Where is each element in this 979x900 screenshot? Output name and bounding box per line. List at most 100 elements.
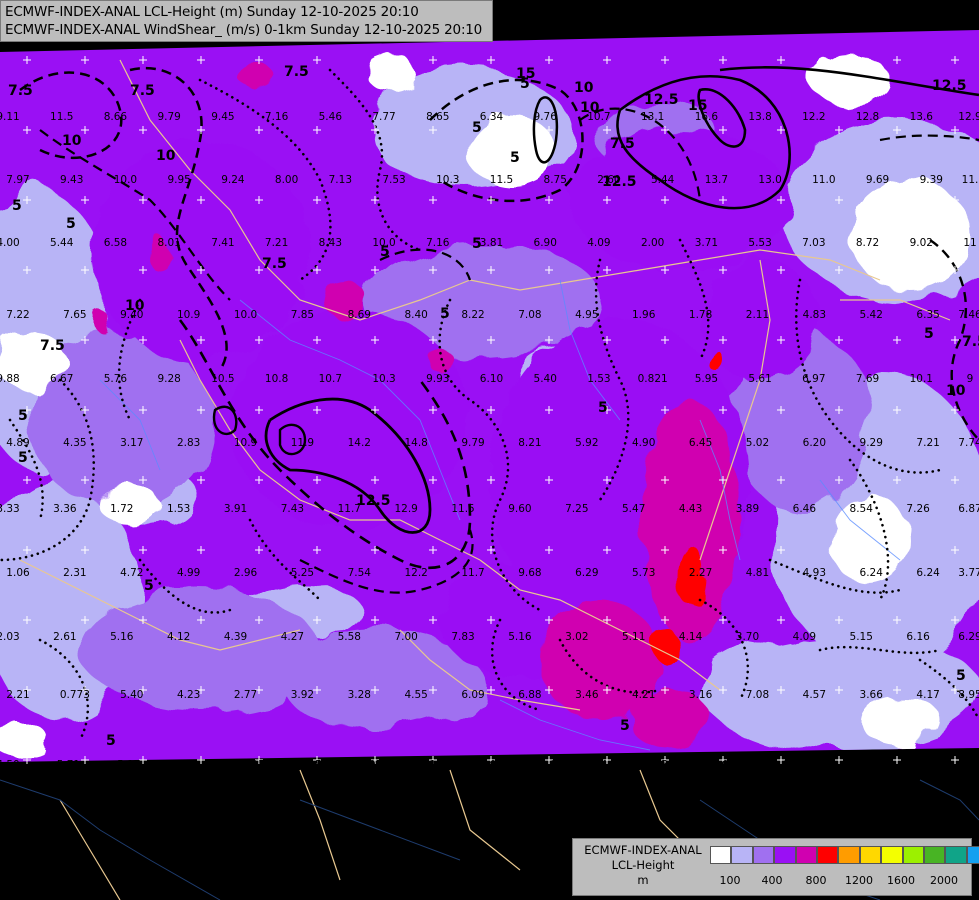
station-value: 4.09 [793, 631, 816, 643]
station-value: 1.53 [587, 373, 610, 385]
legend-tick-label: 1200 [845, 874, 873, 887]
station-value: 11. [962, 174, 979, 186]
legend-swatch [859, 846, 882, 864]
station-value: 5.44 [651, 174, 675, 186]
station-value: 9.68 [518, 567, 541, 579]
station-value: 6.29 [958, 631, 979, 643]
legend-tick-label: 400 [761, 874, 783, 887]
station-value: 7.16 [426, 237, 450, 249]
station-value: 12.2 [404, 567, 427, 579]
station-value: 3.46 [575, 689, 599, 701]
contour-label: 15 [688, 98, 707, 114]
station-value: 5.71 [57, 759, 80, 771]
contour-label: 5 [12, 198, 22, 214]
station-value: 6.45 [689, 437, 712, 449]
station-value: 4.95 [575, 309, 598, 321]
station-value: 7.08 [746, 689, 769, 701]
station-value: 2.31 [63, 567, 86, 579]
contour-label: 5 [620, 718, 630, 734]
contour-label: 5 [106, 733, 116, 749]
station-value: 4.09 [587, 237, 610, 249]
station-value: 7.77 [372, 111, 395, 123]
legend-swatch [881, 846, 903, 864]
station-value: 3.77 [958, 567, 979, 579]
station-value: 4.83 [803, 309, 826, 321]
station-value: 7.22 [6, 309, 29, 321]
station-value: 5.40 [534, 373, 557, 385]
station-value: 8.43 [319, 237, 342, 249]
station-value: 6.61 [722, 759, 745, 771]
contour-label: 7.5 [8, 83, 33, 99]
station-value: 1.95 [359, 759, 382, 771]
station-value: 9.79 [157, 111, 180, 123]
station-value: 10.3 [436, 174, 459, 186]
station-value: 11.9 [291, 437, 314, 449]
station-value: 7.41 [211, 237, 234, 249]
station-value: 1.25 [298, 759, 321, 771]
station-value: 5.40 [120, 689, 143, 701]
map-title-box: ECMWF-INDEX-ANAL LCL-Height (m) Sunday 1… [0, 0, 493, 42]
station-value: 4.81 [746, 567, 769, 579]
station-value: 1.78 [689, 309, 712, 321]
legend-tick-label: 100 [719, 874, 741, 887]
station-value: 5.53 [842, 759, 865, 771]
station-value: 5.17 [117, 759, 140, 771]
station-value: 5.15 [850, 631, 873, 643]
station-value: 3.92 [291, 689, 314, 701]
station-value: 9.76 [534, 111, 558, 123]
station-value: 13.0 [758, 174, 781, 186]
station-value: 13.8 [748, 111, 771, 123]
station-value: 7.03 [802, 237, 825, 249]
contour-label: 12.5 [932, 78, 967, 94]
legend: ECMWF-INDEX-ANAL LCL-Height m 100 400 800 1… [572, 838, 979, 896]
station-value: 11.5 [490, 174, 513, 186]
station-value: 6.97 [802, 373, 825, 385]
station-value: 6.20 [803, 437, 826, 449]
station-value: 2.11 [746, 309, 769, 321]
contour-label: 5 [956, 668, 966, 684]
station-value: 6.90 [534, 237, 557, 249]
station-value: 6.24 [916, 567, 940, 579]
station-value: 9.29 [860, 437, 883, 449]
legend-title: ECMWF-INDEX-ANAL LCL-Height m [577, 843, 709, 888]
contour-label: 5 [472, 120, 482, 136]
station-value: 8.00 [275, 174, 298, 186]
station-value: 8.75 [544, 174, 567, 186]
station-value: 3.66 [860, 689, 884, 701]
station-value: 3.28 [348, 689, 371, 701]
station-value: 8.01 [157, 237, 180, 249]
station-value: 7.69 [856, 373, 879, 385]
station-value: 8.21 [518, 437, 541, 449]
contour-label: 5 [18, 450, 28, 466]
station-value: 4.17 [916, 689, 939, 701]
legend-tick-label: 2000 [930, 874, 958, 887]
weather-map: 9.1111.58.669.799.457.165.467.778.656.34… [0, 0, 979, 900]
legend-swatch [816, 846, 839, 864]
station-value: 0.705 [235, 759, 265, 771]
station-value: 2.03 [0, 631, 20, 643]
contour-label: 5 [380, 244, 390, 260]
map-viewer: 9.1111.58.669.799.457.165.467.778.656.34… [0, 0, 979, 900]
station-value: 8.65 [426, 111, 449, 123]
station-value: 3.94 [480, 759, 504, 771]
station-value: 12.9 [394, 503, 417, 515]
station-value: 0.821 [638, 373, 668, 385]
station-value: 6.29 [575, 567, 598, 579]
station-value: 2.46 [903, 759, 927, 771]
contour-label: 12.5 [602, 174, 637, 190]
station-value: 6.46 [793, 503, 817, 515]
station-value: 3.71 [695, 237, 718, 249]
legend-variable: LCL-Height [611, 858, 675, 872]
legend-tick-label: 1600 [887, 874, 915, 887]
station-value: 8.22 [461, 309, 484, 321]
station-value: 10.0 [114, 174, 137, 186]
station-value: 7.97 [6, 174, 29, 186]
legend-swatch [838, 846, 860, 864]
station-value: 7.83 [451, 631, 474, 643]
station-value: 5.53 [748, 237, 771, 249]
station-value: 8.40 [404, 309, 427, 321]
station-value: 5.47 [622, 503, 645, 515]
station-value: 13.1 [641, 111, 664, 123]
station-value: 12.8 [856, 111, 879, 123]
legend-color-scale [710, 846, 979, 864]
